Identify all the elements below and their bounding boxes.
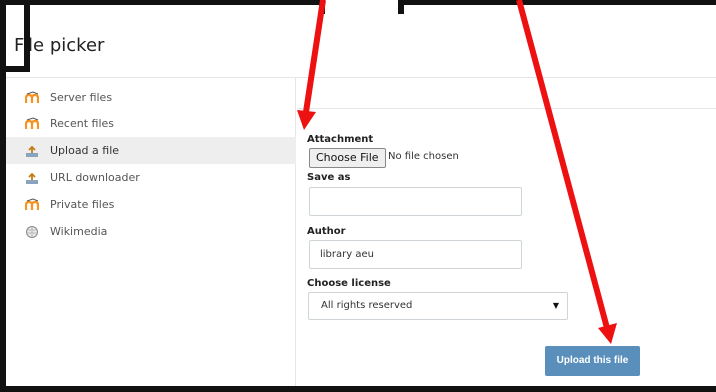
author-label: Author <box>307 226 346 237</box>
save-as-label: Save as <box>307 172 351 183</box>
sidebar-item-url-downloader[interactable]: URL downloader <box>6 164 296 191</box>
moodle-icon <box>24 90 40 105</box>
wikimedia-icon <box>25 225 39 239</box>
frame-border <box>319 0 325 14</box>
upload-icon <box>25 171 39 185</box>
sidebar-item-label: Server files <box>50 91 113 104</box>
repository-sidebar: Server files Recent files Upload a file … <box>6 78 296 386</box>
moodle-icon <box>24 116 40 131</box>
sidebar-item-server-files[interactable]: Server files <box>6 84 296 111</box>
sidebar-item-private-files[interactable]: Private files <box>6 191 296 218</box>
frame-border <box>398 0 716 5</box>
frame-border <box>0 0 323 5</box>
sidebar-item-label: Recent files <box>50 117 114 130</box>
upload-file-button[interactable]: Upload this file <box>545 346 640 376</box>
chevron-down-icon: ▼ <box>552 301 559 310</box>
save-as-input[interactable] <box>309 187 522 216</box>
sidebar-item-label: URL downloader <box>50 171 140 184</box>
license-select[interactable]: All rights reserved ▼ <box>308 292 568 320</box>
frame-border <box>0 386 716 392</box>
sidebar-item-label: Wikimedia <box>50 225 108 238</box>
sidebar-item-upload-a-file[interactable]: Upload a file <box>6 137 296 164</box>
sidebar-item-wikimedia[interactable]: Wikimedia <box>6 218 296 245</box>
choose-file-button[interactable]: Choose File <box>309 148 386 168</box>
sidebar-item-label: Private files <box>50 198 115 211</box>
upload-panel: Attachment Choose File No file chosen Sa… <box>297 78 716 386</box>
license-label: Choose license <box>307 278 391 289</box>
frame-border <box>24 0 30 72</box>
author-input[interactable]: library aeu <box>309 240 522 269</box>
upload-icon <box>25 144 39 158</box>
license-selected-value: All rights reserved <box>321 300 413 311</box>
file-picker-dialog: File picker Server files Recent files Up… <box>6 5 716 386</box>
moodle-icon <box>24 197 40 212</box>
attachment-label: Attachment <box>307 134 374 145</box>
frame-border <box>0 0 6 392</box>
file-status-text: No file chosen <box>388 151 459 162</box>
frame-border <box>398 0 404 14</box>
sidebar-item-label: Upload a file <box>50 144 120 157</box>
toolbar-divider <box>297 108 716 109</box>
dialog-header: File picker <box>6 5 716 78</box>
sidebar-item-recent-files[interactable]: Recent files <box>6 110 296 137</box>
